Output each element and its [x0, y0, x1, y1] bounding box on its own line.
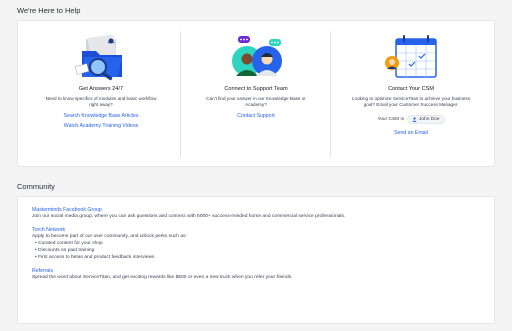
- connect-support-title: Connect to Support Team: [224, 86, 288, 92]
- csm-label: Your CSM is: [377, 117, 404, 123]
- csm-name-pill[interactable]: John Doe: [406, 115, 445, 125]
- send-email-link[interactable]: Send an Email: [336, 130, 486, 136]
- connect-support-column: Connect to Support Team Can't find your …: [181, 33, 331, 158]
- search-knowledge-base-link[interactable]: Search Knowledge Base Articles: [26, 113, 176, 119]
- help-section-title: We're Here to Help: [17, 6, 81, 15]
- help-card: Get Answers 24/7 Need to know specifics …: [17, 20, 495, 167]
- get-answers-description: Need to know specifics of modules and ba…: [45, 96, 157, 108]
- connect-support-description: Can't find your answer in our Knowledge …: [206, 96, 306, 108]
- community-item-text: Apply to become part of our user communi…: [32, 234, 187, 239]
- community-item: Masterminds Facebook Group Join our soci…: [32, 207, 480, 220]
- knowledge-base-folder-icon: [74, 34, 122, 81]
- contact-csm-description: Looking to optimize ServiceTitan to achi…: [351, 96, 471, 108]
- contact-csm-column: Contact Your CSM Looking to optimize Ser…: [336, 33, 486, 158]
- watch-academy-videos-link[interactable]: Watch Academy Training Videos: [26, 123, 176, 129]
- contact-support-link[interactable]: Contact Support: [181, 113, 331, 119]
- user-icon: [412, 117, 417, 123]
- column-divider: [330, 31, 331, 158]
- get-answers-title: Get Answers 24/7: [78, 86, 124, 92]
- torch-perks-list: Curated content for your shop Discounts …: [35, 240, 480, 261]
- list-item: First access to betas and product feedba…: [35, 254, 480, 261]
- community-section-title: Community: [17, 182, 55, 191]
- community-item: Referrals Spread the word about ServiceT…: [32, 268, 480, 281]
- calendar-icon: [385, 35, 437, 78]
- community-card: Masterminds Facebook Group Join our soci…: [17, 196, 495, 324]
- get-answers-column: Get Answers 24/7 Need to know specifics …: [26, 33, 176, 158]
- list-item: Curated content for your shop: [35, 240, 480, 247]
- community-item-text: Spread the word about ServiceTitan, and …: [32, 275, 293, 280]
- contact-csm-title: Contact Your CSM: [387, 86, 435, 92]
- community-item: Torch Network Apply to become part of ou…: [32, 227, 480, 261]
- csm-name: John Doe: [418, 117, 440, 123]
- csm-row: Your CSM is John Doe: [336, 115, 486, 125]
- list-item: Discounts on paid training: [35, 247, 480, 254]
- community-item-text: Join our social media group, where you c…: [32, 214, 346, 219]
- support-team-avatars-icon: [232, 36, 282, 76]
